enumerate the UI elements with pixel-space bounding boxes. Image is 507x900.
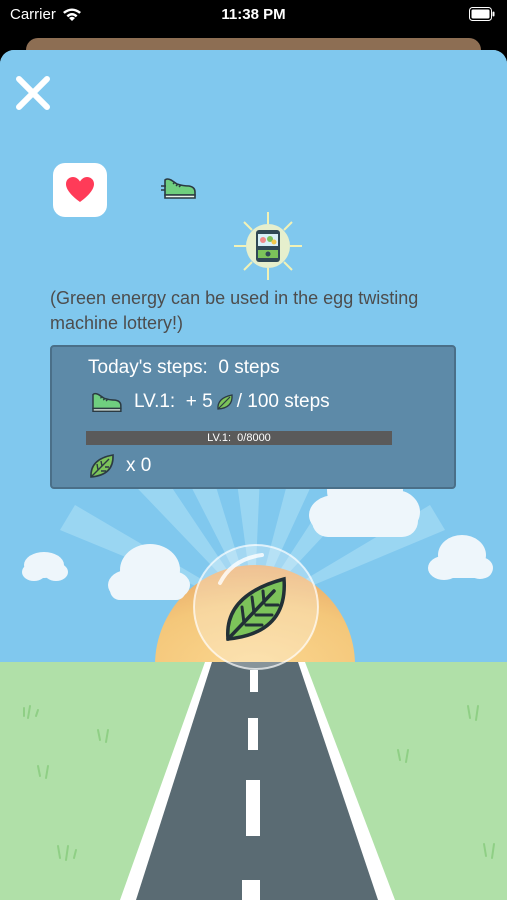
steps-value: 0 steps	[218, 357, 280, 378]
level-row: LV.1: + 5 / 100 steps	[88, 387, 330, 417]
info-line-1: (Green energy can be used in the egg twi…	[50, 288, 419, 308]
shoe-icon	[161, 178, 196, 199]
energy-count: x 0	[126, 455, 152, 476]
battery-icon	[469, 7, 495, 21]
steps-panel: Today's steps: 0 steps LV.1: + 5 / 100 s…	[50, 345, 456, 489]
close-button[interactable]	[12, 72, 54, 114]
level-progress-text: LV.1: 0/8000	[86, 431, 392, 445]
status-time: 11:38 PM	[221, 6, 286, 23]
info-text: (Green energy can be used in the egg twi…	[50, 286, 490, 336]
progress-value: 0/8000	[237, 432, 271, 444]
todays-steps-row: Today's steps: 0 steps	[88, 357, 280, 379]
level-reward-unit: / 100 steps	[236, 391, 330, 412]
leaf-icon	[217, 394, 233, 410]
status-bar: Carrier 11:38 PM	[0, 0, 507, 30]
level-progress-bar: LV.1: 0/8000	[86, 431, 392, 445]
leaf-icon	[90, 454, 114, 478]
energy-bubble-button[interactable]	[192, 543, 320, 671]
app-screen: Carrier 11:38 PM (Green energy can be us…	[0, 0, 507, 900]
shoe-icon	[92, 392, 122, 413]
progress-label: LV.1:	[207, 432, 232, 444]
info-line-2: machine lottery!)	[50, 313, 184, 333]
health-app-icon[interactable]	[53, 163, 107, 217]
energy-sheet: (Green energy can be used in the egg twi…	[0, 50, 507, 900]
gashapon-icon[interactable]	[232, 210, 304, 282]
level-label: LV.1:	[134, 391, 176, 412]
energy-count-row: x 0	[88, 451, 151, 481]
heart-icon	[66, 177, 94, 202]
steps-label: Today's steps:	[88, 357, 208, 378]
level-reward-amount: + 5	[185, 391, 213, 412]
